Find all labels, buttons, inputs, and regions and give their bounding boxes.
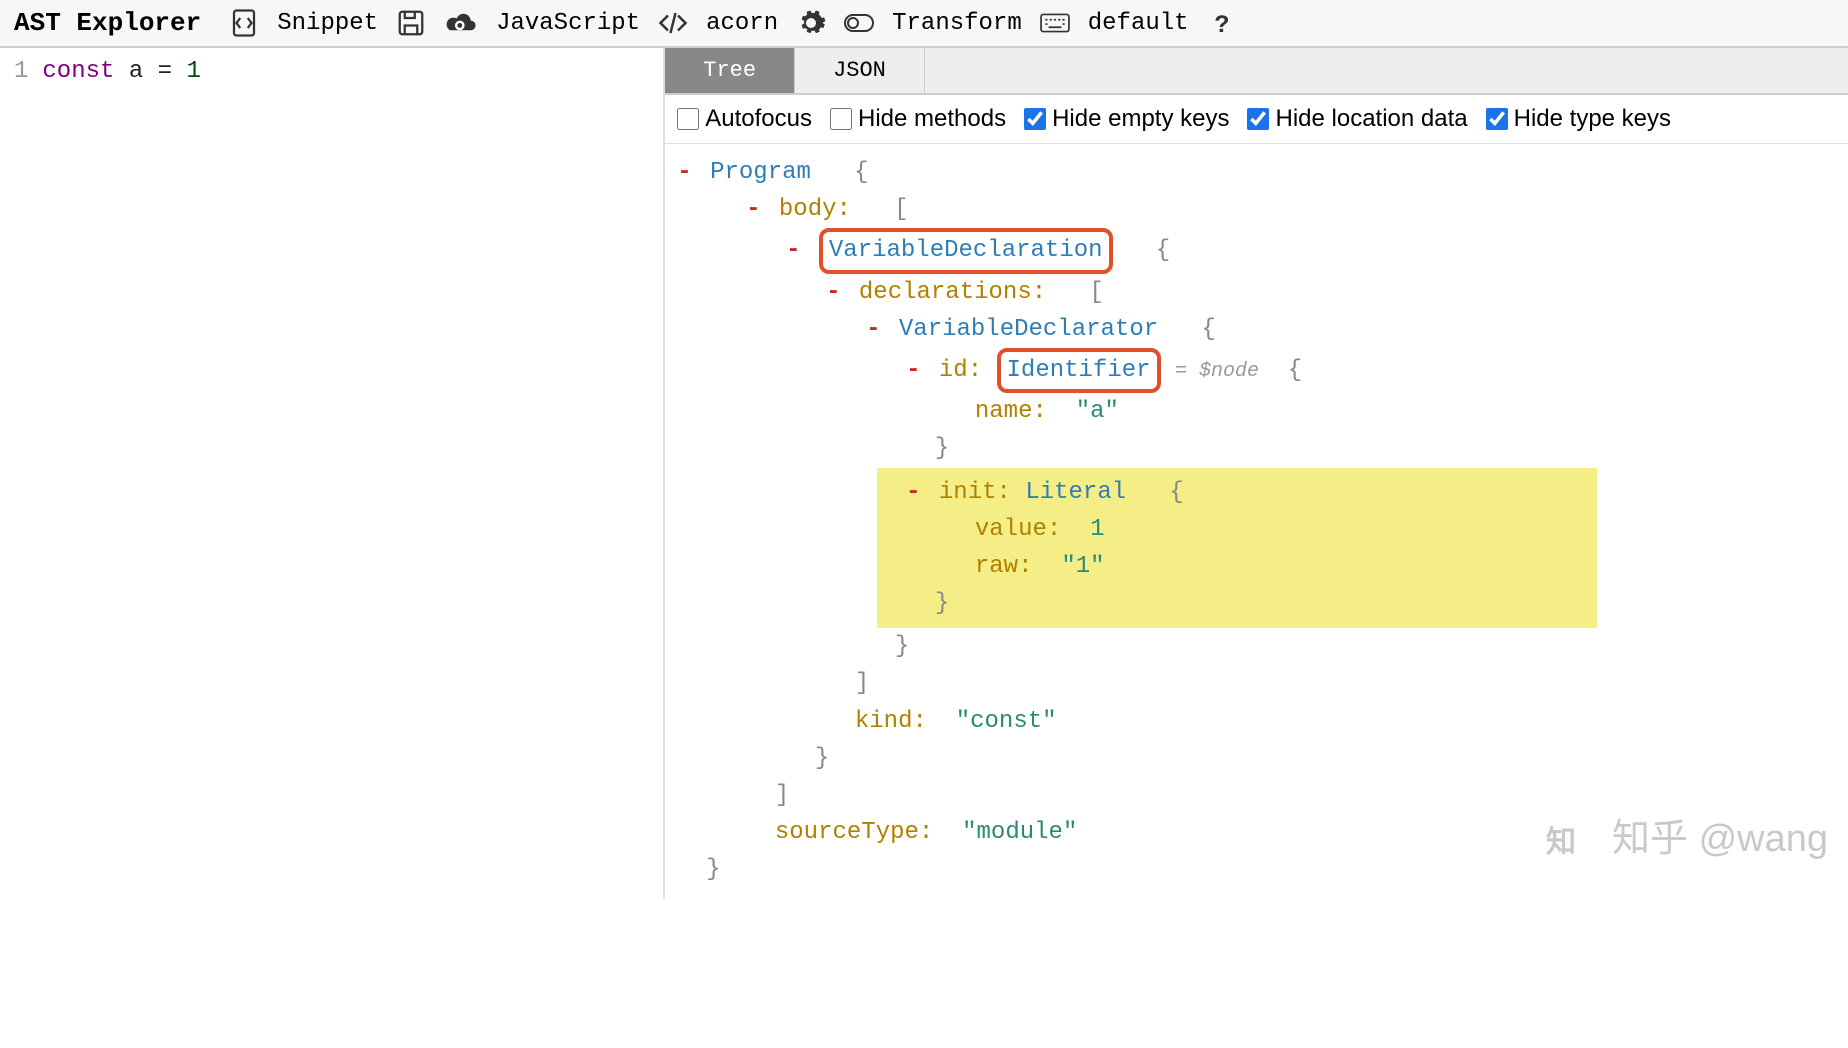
- language-label[interactable]: JavaScript: [496, 10, 640, 37]
- node-value[interactable]: value: 1: [917, 511, 1597, 548]
- output-panel: Tree JSON Autofocus Hide methods Hide em…: [665, 48, 1848, 899]
- help-icon[interactable]: ?: [1207, 8, 1237, 38]
- node-program-close: }: [677, 851, 1836, 888]
- node-body[interactable]: - body: [: [717, 191, 1836, 228]
- code-editor[interactable]: 1 const a = 1: [0, 48, 665, 899]
- cloud-icon[interactable]: [444, 8, 478, 38]
- save-icon[interactable]: [396, 8, 426, 38]
- preset-label[interactable]: default: [1088, 10, 1189, 37]
- node-init-close: }: [877, 585, 1597, 622]
- code-icon[interactable]: [658, 8, 688, 38]
- parser-label[interactable]: acorn: [706, 10, 778, 37]
- node-declarator-close: }: [837, 628, 1836, 665]
- node-program[interactable]: - Program {: [677, 154, 1836, 191]
- node-name[interactable]: name: "a": [917, 393, 1836, 430]
- tab-json[interactable]: JSON: [795, 48, 925, 93]
- autofocus-checkbox[interactable]: [677, 108, 699, 130]
- snippet-label[interactable]: Snippet: [277, 10, 378, 37]
- highlight-literal: - init: Literal { value: 1 raw: "1" }: [877, 468, 1597, 629]
- node-declarations[interactable]: - declarations: [: [797, 274, 1836, 311]
- option-autofocus[interactable]: Autofocus: [677, 105, 812, 133]
- node-kind[interactable]: kind: "const": [797, 703, 1836, 740]
- app-title: AST Explorer: [14, 8, 201, 38]
- node-declarations-close: ]: [797, 665, 1836, 702]
- node-id[interactable]: - id: Identifier = $node {: [877, 348, 1836, 393]
- hide-methods-label: Hide methods: [858, 105, 1006, 133]
- toggle-icon[interactable]: [844, 8, 874, 38]
- tab-tree[interactable]: Tree: [665, 48, 795, 93]
- node-variable-declaration[interactable]: - VariableDeclaration {: [757, 228, 1836, 273]
- hide-empty-keys-checkbox[interactable]: [1024, 108, 1046, 130]
- node-init[interactable]: - init: Literal {: [877, 474, 1597, 511]
- line-number: 1: [14, 58, 28, 85]
- option-hide-empty-keys[interactable]: Hide empty keys: [1024, 105, 1229, 133]
- keyboard-icon[interactable]: [1040, 8, 1070, 38]
- option-hide-type-keys[interactable]: Hide type keys: [1486, 105, 1671, 133]
- toolbar: AST Explorer Snippet JavaScript acorn Tr…: [0, 0, 1848, 48]
- output-tabs: Tree JSON: [665, 48, 1848, 95]
- node-vd-close: }: [757, 740, 1836, 777]
- gear-icon[interactable]: [796, 8, 826, 38]
- hide-location-data-label: Hide location data: [1275, 105, 1467, 133]
- hide-methods-checkbox[interactable]: [830, 108, 852, 130]
- svg-text:?: ?: [1214, 11, 1229, 38]
- transform-label[interactable]: Transform: [892, 10, 1022, 37]
- main: 1 const a = 1 Tree JSON Autofocus Hide me…: [0, 48, 1848, 899]
- node-id-close: }: [877, 430, 1836, 467]
- node-raw[interactable]: raw: "1": [917, 548, 1597, 585]
- ast-tree[interactable]: - Program { - body: [ - VariableDeclarat…: [665, 144, 1848, 899]
- option-hide-location-data[interactable]: Hide location data: [1247, 105, 1467, 133]
- number-literal: 1: [186, 58, 200, 85]
- node-source-type[interactable]: sourceType: "module": [717, 814, 1836, 851]
- hide-type-keys-checkbox[interactable]: [1486, 108, 1508, 130]
- option-hide-methods[interactable]: Hide methods: [830, 105, 1006, 133]
- hide-type-keys-label: Hide type keys: [1514, 105, 1671, 133]
- snippet-icon[interactable]: [229, 8, 259, 38]
- node-variable-declarator[interactable]: - VariableDeclarator {: [837, 311, 1836, 348]
- hide-empty-keys-label: Hide empty keys: [1052, 105, 1229, 133]
- keyword-const: const: [42, 58, 114, 85]
- identifier-a: a: [129, 58, 143, 85]
- hide-location-data-checkbox[interactable]: [1247, 108, 1269, 130]
- options-bar: Autofocus Hide methods Hide empty keys H…: [665, 95, 1848, 144]
- autofocus-label: Autofocus: [705, 105, 812, 133]
- operator-equals: =: [158, 58, 172, 85]
- node-body-close: ]: [717, 777, 1836, 814]
